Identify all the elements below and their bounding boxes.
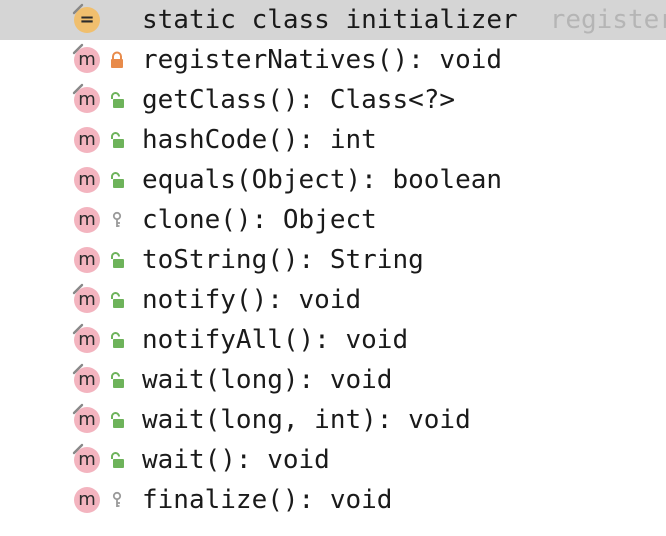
public-lock-icon bbox=[111, 252, 124, 268]
list-item-label: finalize(): void bbox=[142, 485, 393, 515]
list-item-label: toString(): String bbox=[142, 245, 424, 275]
list-item[interactable]: m registerNatives(): void bbox=[0, 40, 666, 80]
overrides-mark-icon bbox=[72, 403, 84, 415]
method-icon: m bbox=[74, 487, 100, 513]
public-lock-icon bbox=[111, 412, 124, 428]
overrides-mark-icon bbox=[72, 43, 84, 55]
location-hint: registerN bbox=[549, 5, 666, 35]
public-lock-icon bbox=[111, 292, 124, 308]
public-lock-icon bbox=[111, 452, 124, 468]
overrides-mark-icon bbox=[72, 83, 84, 95]
list-item[interactable]: m wait(long): void bbox=[0, 360, 666, 400]
list-item-label: notify(): void bbox=[142, 285, 362, 315]
list-item-label: notifyAll(): void bbox=[142, 325, 409, 355]
structure-list: = static class initializerregisterN m re… bbox=[0, 0, 666, 536]
list-item-label: getClass(): Class<?> bbox=[142, 85, 456, 115]
public-lock-icon bbox=[111, 332, 124, 348]
public-lock-icon bbox=[111, 132, 124, 148]
list-item[interactable]: m hashCode(): int bbox=[0, 120, 666, 160]
public-lock-icon bbox=[111, 372, 124, 388]
list-item-label: static class initializerregisterN bbox=[142, 0, 666, 40]
list-item[interactable]: m notifyAll(): void bbox=[0, 320, 666, 360]
list-item[interactable]: m finalize(): void bbox=[0, 480, 666, 520]
list-item-label: equals(Object): boolean bbox=[142, 165, 503, 195]
list-item-label: wait(): void bbox=[142, 445, 330, 475]
list-item[interactable]: m equals(Object): boolean bbox=[0, 160, 666, 200]
list-item[interactable]: m wait(): void bbox=[0, 440, 666, 480]
method-icon: m bbox=[74, 207, 100, 233]
list-item[interactable]: m notify(): void bbox=[0, 280, 666, 320]
list-item-label: hashCode(): int bbox=[142, 125, 377, 155]
list-item-label: registerNatives(): void bbox=[142, 45, 503, 75]
private-lock-icon bbox=[111, 51, 123, 68]
overrides-mark-icon bbox=[72, 283, 84, 295]
method-icon: m bbox=[74, 167, 100, 193]
list-item-label: wait(long, int): void bbox=[142, 405, 471, 435]
list-item-label: wait(long): void bbox=[142, 365, 393, 395]
protected-key-icon bbox=[112, 211, 122, 227]
list-item[interactable]: m clone(): Object bbox=[0, 200, 666, 240]
protected-key-icon bbox=[112, 491, 122, 507]
overrides-mark-icon bbox=[72, 443, 84, 455]
list-item[interactable]: m wait(long, int): void bbox=[0, 400, 666, 440]
list-item-label: clone(): Object bbox=[142, 205, 377, 235]
overrides-mark-icon bbox=[72, 363, 84, 375]
list-item-static-initializer[interactable]: = static class initializerregisterN bbox=[0, 0, 666, 40]
overrides-mark-icon bbox=[72, 323, 84, 335]
method-icon: m bbox=[74, 247, 100, 273]
method-icon: m bbox=[74, 127, 100, 153]
list-item[interactable]: m toString(): String bbox=[0, 240, 666, 280]
public-lock-icon bbox=[111, 172, 124, 188]
public-lock-icon bbox=[111, 92, 124, 108]
overrides-mark-icon bbox=[72, 3, 84, 15]
list-item[interactable]: m getClass(): Class<?> bbox=[0, 80, 666, 120]
